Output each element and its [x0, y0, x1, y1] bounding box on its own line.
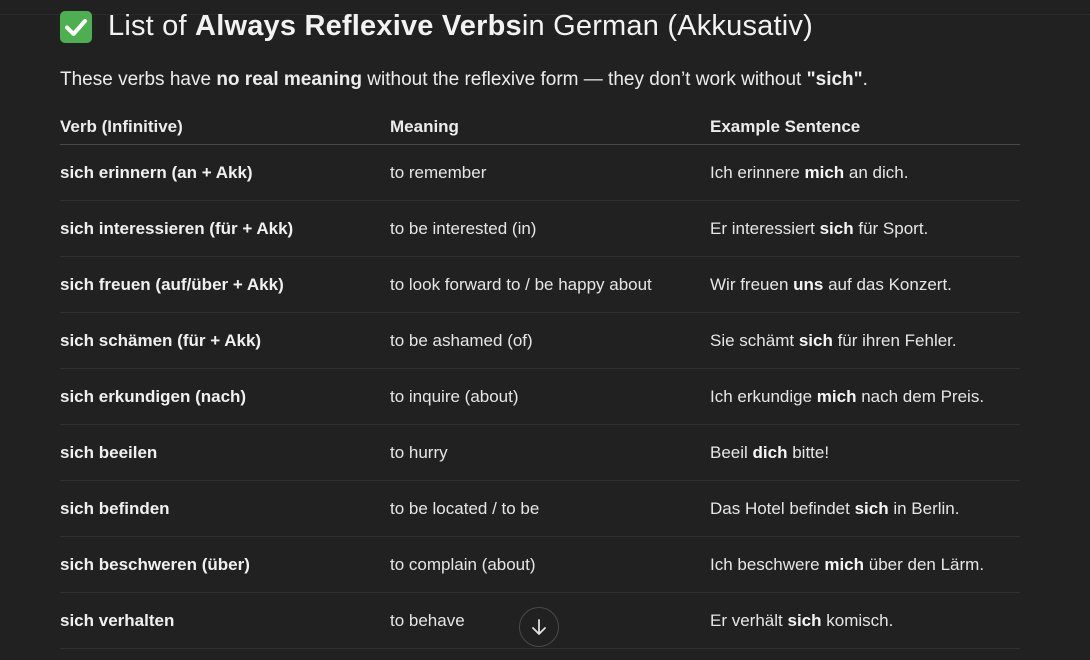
example-text: an dich. [844, 162, 909, 182]
example-text: Beeil [710, 442, 753, 462]
example-text: in Berlin. [888, 498, 960, 518]
example-text: Er interessiert [710, 218, 820, 238]
meaning-cell: to be interested (in) [390, 200, 710, 257]
example-reflexive-pronoun: sich [787, 610, 822, 630]
example-cell: Beeil dich bitte! [710, 424, 1020, 481]
example-text: komisch. [821, 610, 894, 630]
example-cell: Das Hotel befindet sich in Berlin. [710, 480, 1020, 537]
meaning-cell: to be located / to be [390, 480, 710, 537]
verb-cell: sich verhalten [60, 592, 390, 649]
meaning-cell: to look forward to / be happy about [390, 256, 710, 313]
example-text: bitte! [787, 442, 830, 462]
example-text: Sie schämt [710, 330, 799, 350]
meaning-cell: to inquire (about) [390, 368, 710, 425]
example-reflexive-pronoun: sich [798, 330, 833, 350]
example-cell: Ich erinnere mich an dich. [710, 144, 1020, 201]
table-row: sich interessieren (für + Akk) to be inte… [60, 200, 1020, 257]
intro-emphasis: sich [815, 69, 854, 90]
column-header-meaning: Meaning [390, 110, 710, 145]
table-row: sich beeilen to hurry Beeil dich bitte! [60, 424, 1020, 481]
verb-cell: sich interessieren (für + Akk) [60, 200, 390, 257]
verb-cell: sich beschweren (über) [60, 536, 390, 593]
table-row: sich freuen (auf/über + Akk) to look forw… [60, 256, 1020, 313]
scroll-down-button[interactable] [519, 607, 559, 647]
example-text: für ihren Fehler. [832, 330, 957, 350]
example-cell: Sie schämt sich für ihren Fehler. [710, 312, 1020, 369]
example-reflexive-pronoun: sich [819, 218, 854, 238]
table-row: sich erinnern (an + Akk) to remember Ich e… [60, 144, 1020, 201]
intro-quote: " [806, 69, 816, 90]
meaning-cell: to complain (about) [390, 536, 710, 593]
intro-paragraph: These verbs have no real meaning without… [60, 69, 868, 91]
table-header-row: Verb (Infinitive) Meaning Example Senten… [60, 110, 1020, 145]
intro-quote: " [853, 69, 863, 90]
example-text: Das Hotel befindet [710, 498, 855, 518]
example-cell: Ich erkundige mich nach dem Preis. [710, 368, 1020, 425]
example-reflexive-pronoun: dich [752, 442, 788, 462]
table-row: sich erkundigen (nach) to inquire (about)… [60, 368, 1020, 425]
intro-text: without the reflexive form — they don’t … [362, 69, 807, 90]
example-reflexive-pronoun: uns [793, 274, 824, 294]
verb-cell: sich erkundigen (nach) [60, 368, 390, 425]
example-reflexive-pronoun: mich [816, 386, 857, 406]
intro-emphasis: no real meaning [216, 69, 363, 90]
example-text: nach dem Preis. [856, 386, 985, 406]
example-text: für Sport. [853, 218, 929, 238]
verb-cell: sich beeilen [60, 424, 390, 481]
example-reflexive-pronoun: sich [854, 498, 889, 518]
meaning-cell: to hurry [390, 424, 710, 481]
table-row: sich befinden to be located / to be Das Ho… [60, 480, 1020, 537]
intro-text: . [862, 69, 868, 90]
example-text: Wir freuen [710, 274, 794, 294]
example-text: Ich beschwere [710, 554, 825, 574]
intro-text: These verbs have [60, 69, 217, 90]
heading-text-post: in German (Akkusativ) [521, 10, 813, 42]
example-cell: Wir freuen uns auf das Konzert. [710, 256, 1020, 313]
column-header-example: Example Sentence [710, 110, 1020, 145]
example-text: Ich erkundige [710, 386, 817, 406]
example-text: auf das Konzert. [823, 274, 952, 294]
verb-cell: sich schämen (für + Akk) [60, 312, 390, 369]
example-cell: Er verhält sich komisch. [710, 592, 1020, 649]
heading-text-bold: Always Reflexive Verbs [195, 10, 522, 42]
column-header-verb: Verb (Infinitive) [60, 110, 390, 145]
example-reflexive-pronoun: mich [824, 554, 865, 574]
verb-cell: sich befinden [60, 480, 390, 537]
example-cell: Ich beschwere mich über den Lärm. [710, 536, 1020, 593]
meaning-cell: to be ashamed (of) [390, 312, 710, 369]
verbs-table: Verb (Infinitive) Meaning Example Senten… [60, 110, 1020, 649]
table-row: sich schämen (für + Akk) to be ashamed (o… [60, 312, 1020, 369]
verb-cell: sich freuen (auf/über + Akk) [60, 256, 390, 313]
meaning-cell: to remember [390, 144, 710, 201]
heading-text-pre: List of [108, 10, 187, 42]
example-text: Ich erinnere [710, 162, 805, 182]
chat-page: List of Always Reflexive Verbs in German… [0, 0, 1090, 660]
table-row: sich beschweren (über) to complain (about… [60, 536, 1020, 593]
arrow-down-icon [532, 619, 546, 635]
example-text: Er verhält [710, 610, 788, 630]
verb-cell: sich erinnern (an + Akk) [60, 144, 390, 201]
section-heading: List of Always Reflexive Verbs in German… [60, 10, 813, 43]
example-cell: Er interessiert sich für Sport. [710, 200, 1020, 257]
example-text: über den Lärm. [864, 554, 985, 574]
check-mark-button-icon [60, 10, 92, 43]
example-reflexive-pronoun: mich [804, 162, 845, 182]
table-body: sich erinnern (an + Akk) to remember Ich e… [60, 144, 1020, 649]
